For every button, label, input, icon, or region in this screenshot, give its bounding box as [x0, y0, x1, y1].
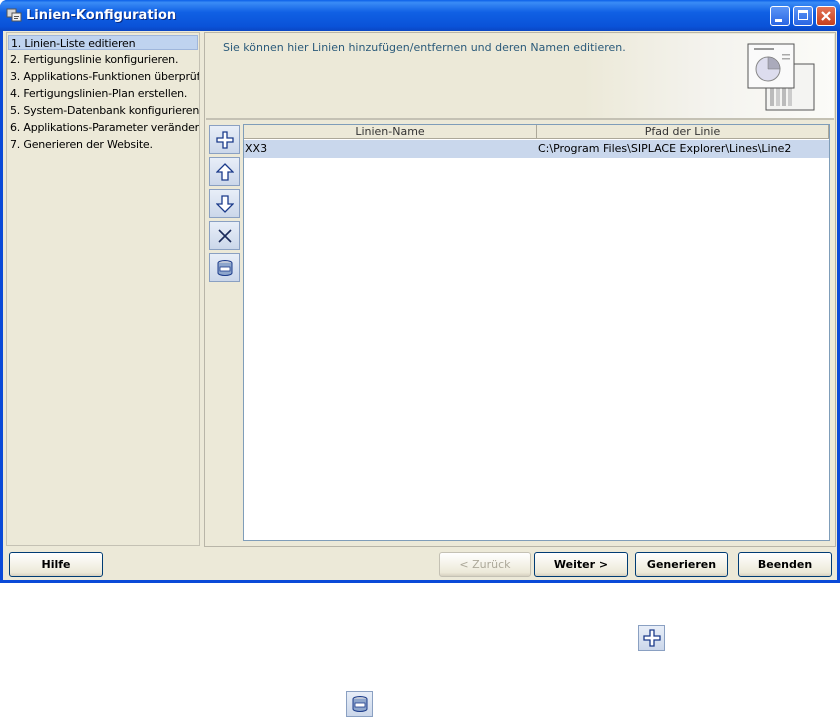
step-item-5[interactable]: 5. System-Datenbank konfigurieren — [8, 103, 199, 118]
step-item-7[interactable]: 7. Generieren der Website. — [8, 137, 198, 152]
generate-button[interactable]: Generieren — [635, 552, 728, 577]
close-button[interactable] — [816, 6, 836, 26]
close-icon — [821, 11, 831, 21]
wizard-graphic-icon — [747, 43, 815, 111]
step-item-4[interactable]: 4. Fertigungslinien-Plan erstellen. — [8, 86, 198, 101]
column-header-name[interactable]: Linien-Name — [244, 125, 537, 139]
step-list: 1. Linien-Liste editieren 2. Fertigungsl… — [6, 32, 200, 546]
database-icon — [352, 696, 368, 712]
add-line-button[interactable] — [209, 125, 240, 154]
client-area: 1. Linien-Liste editieren 2. Fertigungsl… — [3, 31, 837, 580]
move-up-icon — [216, 163, 234, 181]
add-icon — [643, 629, 661, 647]
content-panel: Sie können hier Linien hinzufügen/entfer… — [204, 32, 836, 547]
add-icon — [216, 131, 234, 149]
banner-text: Sie können hier Linien hinzufügen/entfer… — [223, 41, 626, 54]
cell-line-path[interactable]: C:\Program Files\SIPLACE Explorer\Lines\… — [538, 140, 828, 158]
cell-line-name[interactable]: XX3 — [245, 140, 535, 158]
add-icon-reference — [638, 625, 665, 651]
database-icon-reference — [346, 691, 373, 717]
lines-table: Linien-Name Pfad der Linie XX3 C:\Progra… — [243, 124, 830, 541]
move-up-button[interactable] — [209, 157, 240, 186]
database-icon — [217, 260, 233, 276]
title-bar[interactable]: Linien-Konfiguration — [0, 0, 840, 31]
step-item-1[interactable]: 1. Linien-Liste editieren — [8, 35, 198, 50]
maximize-button[interactable] — [793, 6, 813, 26]
move-down-icon — [216, 195, 234, 213]
window-title: Linien-Konfiguration — [26, 8, 177, 23]
step-item-3[interactable]: 3. Applikations-Funktionen überprüf — [8, 69, 199, 84]
delete-line-button[interactable] — [209, 221, 240, 250]
delete-icon — [218, 229, 232, 243]
step-item-2[interactable]: 2. Fertigungslinie konfigurieren. — [8, 52, 198, 67]
help-button[interactable]: Hilfe — [9, 552, 103, 577]
next-button[interactable]: Weiter > — [534, 552, 628, 577]
app-icon — [6, 8, 22, 22]
move-down-button[interactable] — [209, 189, 240, 218]
info-banner: Sie können hier Linien hinzufügen/entfer… — [206, 34, 834, 120]
table-row[interactable]: XX3 C:\Program Files\SIPLACE Explorer\Li… — [244, 140, 829, 158]
database-button[interactable] — [209, 253, 240, 282]
app-window: Linien-Konfiguration 1. Linien-Liste edi… — [0, 0, 840, 583]
column-header-path[interactable]: Pfad der Linie — [537, 125, 829, 139]
minimize-button[interactable] — [770, 6, 790, 26]
finish-button[interactable]: Beenden — [738, 552, 832, 577]
back-button[interactable]: < Zurück — [439, 552, 531, 577]
step-item-6[interactable]: 6. Applikations-Parameter veränder — [8, 120, 199, 135]
